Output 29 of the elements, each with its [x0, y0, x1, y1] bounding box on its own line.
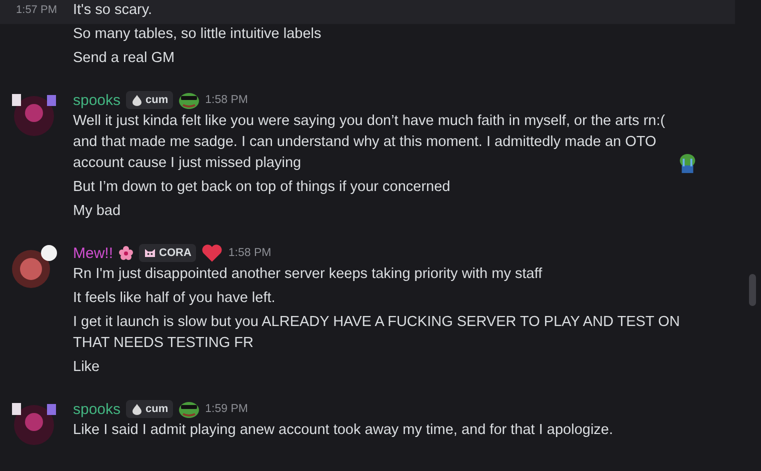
cat-icon [144, 247, 156, 259]
scrollbar-thumb[interactable] [749, 274, 756, 306]
author-name[interactable]: spooks [73, 400, 121, 418]
role-tag[interactable]: cum [126, 400, 174, 418]
author-name[interactable]: spooks [73, 92, 121, 108]
frog-with-sunglasses-icon [178, 90, 200, 110]
role-tag[interactable]: cum [126, 91, 174, 109]
message-text: My bad [73, 202, 121, 221]
droplet-icon [130, 403, 143, 415]
message-text: Well it just kinda felt like you were saying you don’t have much faith in myself, or the arts rn:( and that made me sadge. I can understand why at this moment. I admittedly made an OTO account cause I just missed playing [73, 112, 666, 173]
message-text: Rn I'm just disappointed another server keeps taking priority with my staff [73, 265, 542, 284]
message-timestamp: 1:58 PM [205, 94, 248, 106]
message-timestamp: 1:58 PM [228, 247, 272, 259]
message-text: Send a real GM [73, 50, 175, 66]
message-text: Like I said I admit playing anew account took away my time, and for that I apologize. [73, 421, 614, 440]
droplet-icon [130, 94, 143, 106]
message-text: But I’m down to get back on top of things if your concerned [73, 178, 450, 197]
message-text: So many tables, so little intuitive labels [73, 26, 322, 42]
author-name[interactable]: Mew!! [73, 244, 114, 262]
message-timestamp: 1:57 PM [16, 4, 57, 16]
message-text: It's so scary. [73, 2, 152, 18]
message-text: Like [73, 358, 100, 377]
message-text: It feels like half of you have left. [73, 289, 276, 308]
message-text: I get it launch is slow but you ALREADY HAVE A FUCKING SERVER TO PLAY AND TEST ON THAT NEEDS TESTING FR [73, 313, 681, 353]
message-timestamp: 1:59 PM [205, 403, 248, 415]
role-tag[interactable]: CORA [139, 244, 196, 262]
flower-icon [118, 245, 134, 261]
frog-with-sunglasses-icon [178, 399, 200, 419]
heart-icon [201, 243, 224, 263]
